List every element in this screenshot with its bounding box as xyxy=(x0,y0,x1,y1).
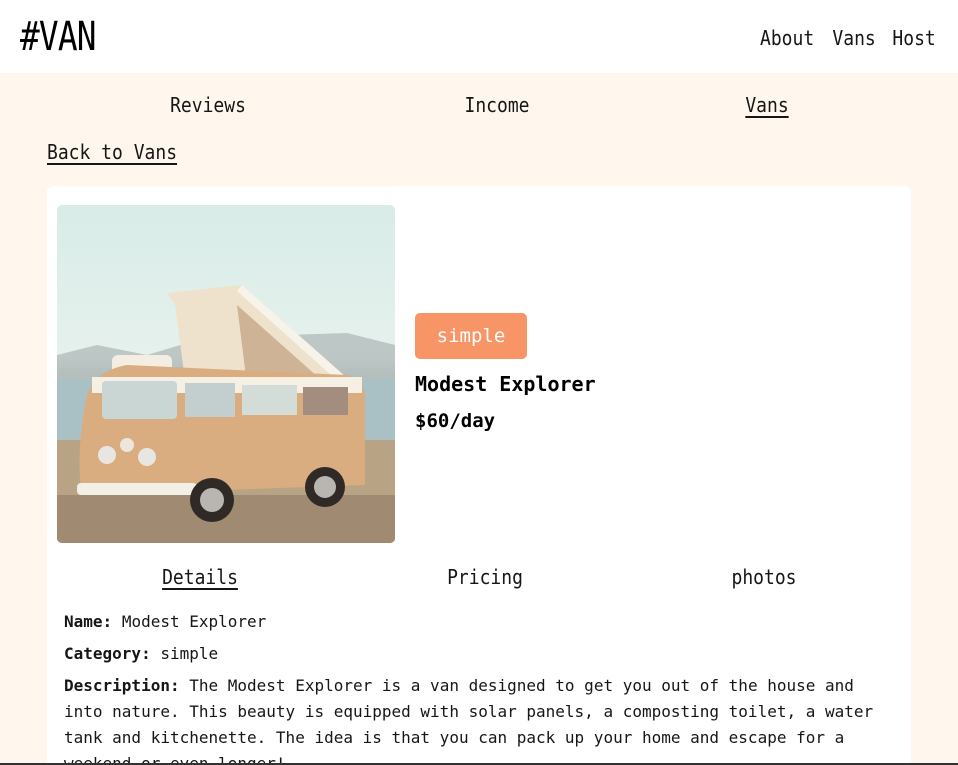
detail-description: Description: The Modest Explorer is a va… xyxy=(64,673,894,765)
van-detail-card: simple Modest Explorer $60/day Details P… xyxy=(47,186,911,765)
host-nav-vans[interactable]: Vans xyxy=(745,93,788,117)
van-illustration xyxy=(57,285,395,543)
host-nav: Reviews Income Vans xyxy=(0,93,958,123)
back-to-vans-link[interactable]: Back to Vans xyxy=(47,140,177,164)
van-type-badge: simple xyxy=(415,313,527,359)
detail-description-label: Description: xyxy=(64,676,180,695)
detail-name-label: Name: xyxy=(64,612,113,631)
detail-category-label: Category: xyxy=(64,644,151,663)
host-nav-reviews[interactable]: Reviews xyxy=(170,93,246,117)
detail-name-value: Modest Explorer xyxy=(121,612,267,631)
detail-name: Name: Modest Explorer xyxy=(64,609,266,635)
main-nav: About Vans Host xyxy=(757,26,938,50)
detail-category-value: simple xyxy=(160,644,219,663)
van-name: Modest Explorer xyxy=(415,372,596,396)
tab-details[interactable]: Details xyxy=(162,565,238,589)
top-header: #VAN About Vans Host xyxy=(0,0,958,73)
nav-vans[interactable]: Vans xyxy=(832,26,875,50)
van-image xyxy=(57,205,395,543)
tab-photos[interactable]: photos xyxy=(731,565,796,589)
detail-description-value: The Modest Explorer is a van designed to… xyxy=(64,676,874,765)
detail-category: Category: simple xyxy=(64,641,218,667)
tab-pricing[interactable]: Pricing xyxy=(447,565,523,589)
host-nav-income[interactable]: Income xyxy=(464,93,529,117)
nav-about[interactable]: About xyxy=(760,26,814,50)
logo[interactable]: #VAN xyxy=(20,14,97,60)
van-price: $60/day xyxy=(415,410,496,432)
nav-host[interactable]: Host xyxy=(892,26,935,50)
